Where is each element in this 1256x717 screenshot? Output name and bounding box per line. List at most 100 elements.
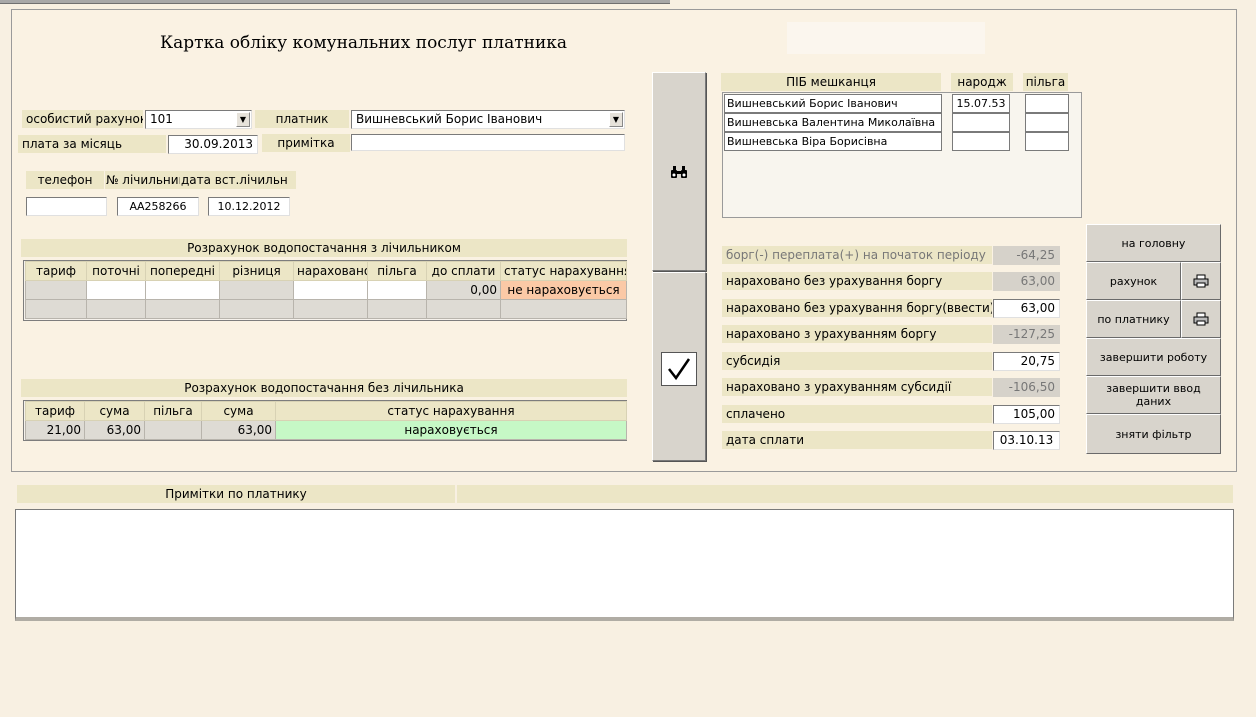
empty-cell <box>367 299 427 319</box>
cell-tariff: 21,00 <box>25 420 85 440</box>
cell-benefit <box>144 420 202 440</box>
resident-benefit[interactable] <box>1025 113 1069 132</box>
col-to-pay: до сплати <box>426 261 501 281</box>
monthly-label: плата за місяць <box>18 135 166 153</box>
empty-cell <box>500 299 627 319</box>
debt-value: -64,25 <box>993 246 1060 265</box>
accrued-subsidy-label: нараховано з урахуванням субсидії <box>722 378 992 396</box>
printer-icon <box>1193 274 1209 288</box>
meter-date-label: дата вст.лічильн <box>180 171 296 189</box>
col-sum: сума <box>201 401 276 421</box>
account-label: особистий рахунок <box>22 110 143 128</box>
notes-header-filler <box>457 485 1233 503</box>
empty-cell <box>426 299 501 319</box>
table-row <box>25 299 627 319</box>
col-sum: сума <box>84 401 145 421</box>
subsidy-label: субсидія <box>722 352 992 370</box>
note-label: примітка <box>262 134 350 152</box>
status-badge: нараховується <box>275 420 627 440</box>
pay-date-field[interactable]: 03.10.13 <box>993 431 1060 450</box>
confirm-box <box>661 352 697 386</box>
nometer-calc-title: Розрахунок водопостачання без лічильника <box>21 379 627 397</box>
col-status: статус нарахування <box>500 261 627 281</box>
confirm-button[interactable] <box>652 272 706 461</box>
resident-name[interactable]: Вишневський Борис Іванович <box>724 94 942 113</box>
search-button[interactable] <box>652 72 706 271</box>
cell-accrued-input[interactable] <box>293 280 368 300</box>
cell-current-input[interactable] <box>86 280 146 300</box>
table-row: 21,00 63,00 63,00 нараховується <box>25 420 627 440</box>
cell-previous-input[interactable] <box>145 280 220 300</box>
empty-cell <box>86 299 146 319</box>
printer-icon <box>1193 312 1209 326</box>
table-header-row: тариф поточні попередні різниця нарахова… <box>25 261 627 281</box>
accrued-input-label: нараховано без урахування боргу(ввести) <box>722 299 992 317</box>
resident-birth[interactable]: 15.07.53 <box>952 94 1010 113</box>
home-button[interactable]: на головну <box>1086 224 1221 262</box>
phone-field[interactable] <box>26 197 107 216</box>
meter-number-field[interactable]: АА258266 <box>117 197 199 216</box>
account-value: 101 <box>150 112 173 126</box>
empty-cell <box>219 299 294 319</box>
debt-label: борг(-) переплата(+) на початок періоду <box>722 246 992 264</box>
meter-date-field[interactable]: 10.12.2012 <box>208 197 290 216</box>
resident-benefit[interactable] <box>1025 94 1069 113</box>
col-benefit: пільга <box>367 261 427 281</box>
pay-date-label: дата сплати <box>722 431 992 449</box>
cell-tariff <box>25 280 87 300</box>
subsidy-field[interactable]: 20,75 <box>993 352 1060 371</box>
resident-benefit[interactable] <box>1025 132 1069 151</box>
col-previous: попередні <box>145 261 220 281</box>
empty-cell <box>293 299 368 319</box>
checkmark-icon <box>668 358 691 381</box>
finish-input-button[interactable]: завершити ввод даних <box>1086 376 1221 414</box>
payer-select[interactable]: Вишневський Борис Іванович ▼ <box>351 110 625 129</box>
table-header-row: тариф сума пільга сума статус нарахуванн… <box>25 401 627 421</box>
col-accrued: нараховано <box>293 261 368 281</box>
paid-label: сплачено <box>722 405 992 423</box>
print-by-payer-button[interactable] <box>1181 300 1221 338</box>
table-row: 0,00 не нараховується <box>25 280 627 300</box>
paid-field[interactable]: 105,00 <box>993 405 1060 424</box>
clear-filter-button[interactable]: зняти фільтр <box>1086 414 1221 454</box>
bill-button[interactable]: рахунок <box>1086 262 1181 300</box>
meter-calc-title: Розрахунок водопостачання з лічильником <box>21 239 627 257</box>
finish-work-button[interactable]: завершити роботу <box>1086 338 1221 376</box>
accrued-input-field[interactable]: 63,00 <box>993 299 1060 318</box>
col-status: статус нарахування <box>275 401 627 421</box>
note-field[interactable] <box>351 134 625 151</box>
monthly-field[interactable]: 30.09.2013 <box>168 135 258 154</box>
resident-name[interactable]: Вишневська Валентина Миколаївна <box>724 113 942 132</box>
col-tariff: тариф <box>25 261 87 281</box>
empty-cell <box>145 299 220 319</box>
notes-label: Примітки по платнику <box>17 485 455 503</box>
empty-cell <box>25 299 87 319</box>
accrued-value: 63,00 <box>993 272 1060 291</box>
page-title: Картка обліку комунальних послуг платник… <box>160 33 568 53</box>
accrued-debt-value: -127,25 <box>993 325 1060 344</box>
resident-birth[interactable] <box>952 113 1010 132</box>
chevron-down-icon[interactable]: ▼ <box>609 112 623 127</box>
col-difference: різниця <box>219 261 294 281</box>
resident-benefit-header: пільга <box>1023 73 1068 91</box>
resident-birth[interactable] <box>952 132 1010 151</box>
by-payer-button[interactable]: по платнику <box>1086 300 1181 338</box>
resident-name[interactable]: Вишневська Віра Борисівна <box>724 132 942 151</box>
account-select[interactable]: 101 ▼ <box>145 110 252 129</box>
window-top-bar <box>0 0 670 4</box>
accrued-debt-label: нараховано з урахуванням боргу <box>722 325 992 343</box>
print-bill-button[interactable] <box>1181 262 1221 300</box>
status-badge: не нараховується <box>500 280 627 300</box>
accrued-subsidy-value: -106,50 <box>993 378 1060 397</box>
payer-label: платник <box>255 110 349 128</box>
col-benefit: пільга <box>144 401 202 421</box>
phone-label: телефон <box>26 171 104 189</box>
chevron-down-icon[interactable]: ▼ <box>236 112 250 127</box>
resident-name-header: ПІБ мешканця <box>721 73 941 91</box>
cell-benefit-input[interactable] <box>367 280 427 300</box>
notes-textarea[interactable] <box>15 509 1234 621</box>
cell-to-pay: 0,00 <box>426 280 501 300</box>
nometer-calc-table: тариф сума пільга сума статус нарахуванн… <box>25 401 627 440</box>
resident-birth-header: народж <box>951 73 1013 91</box>
blank-panel <box>787 22 985 54</box>
